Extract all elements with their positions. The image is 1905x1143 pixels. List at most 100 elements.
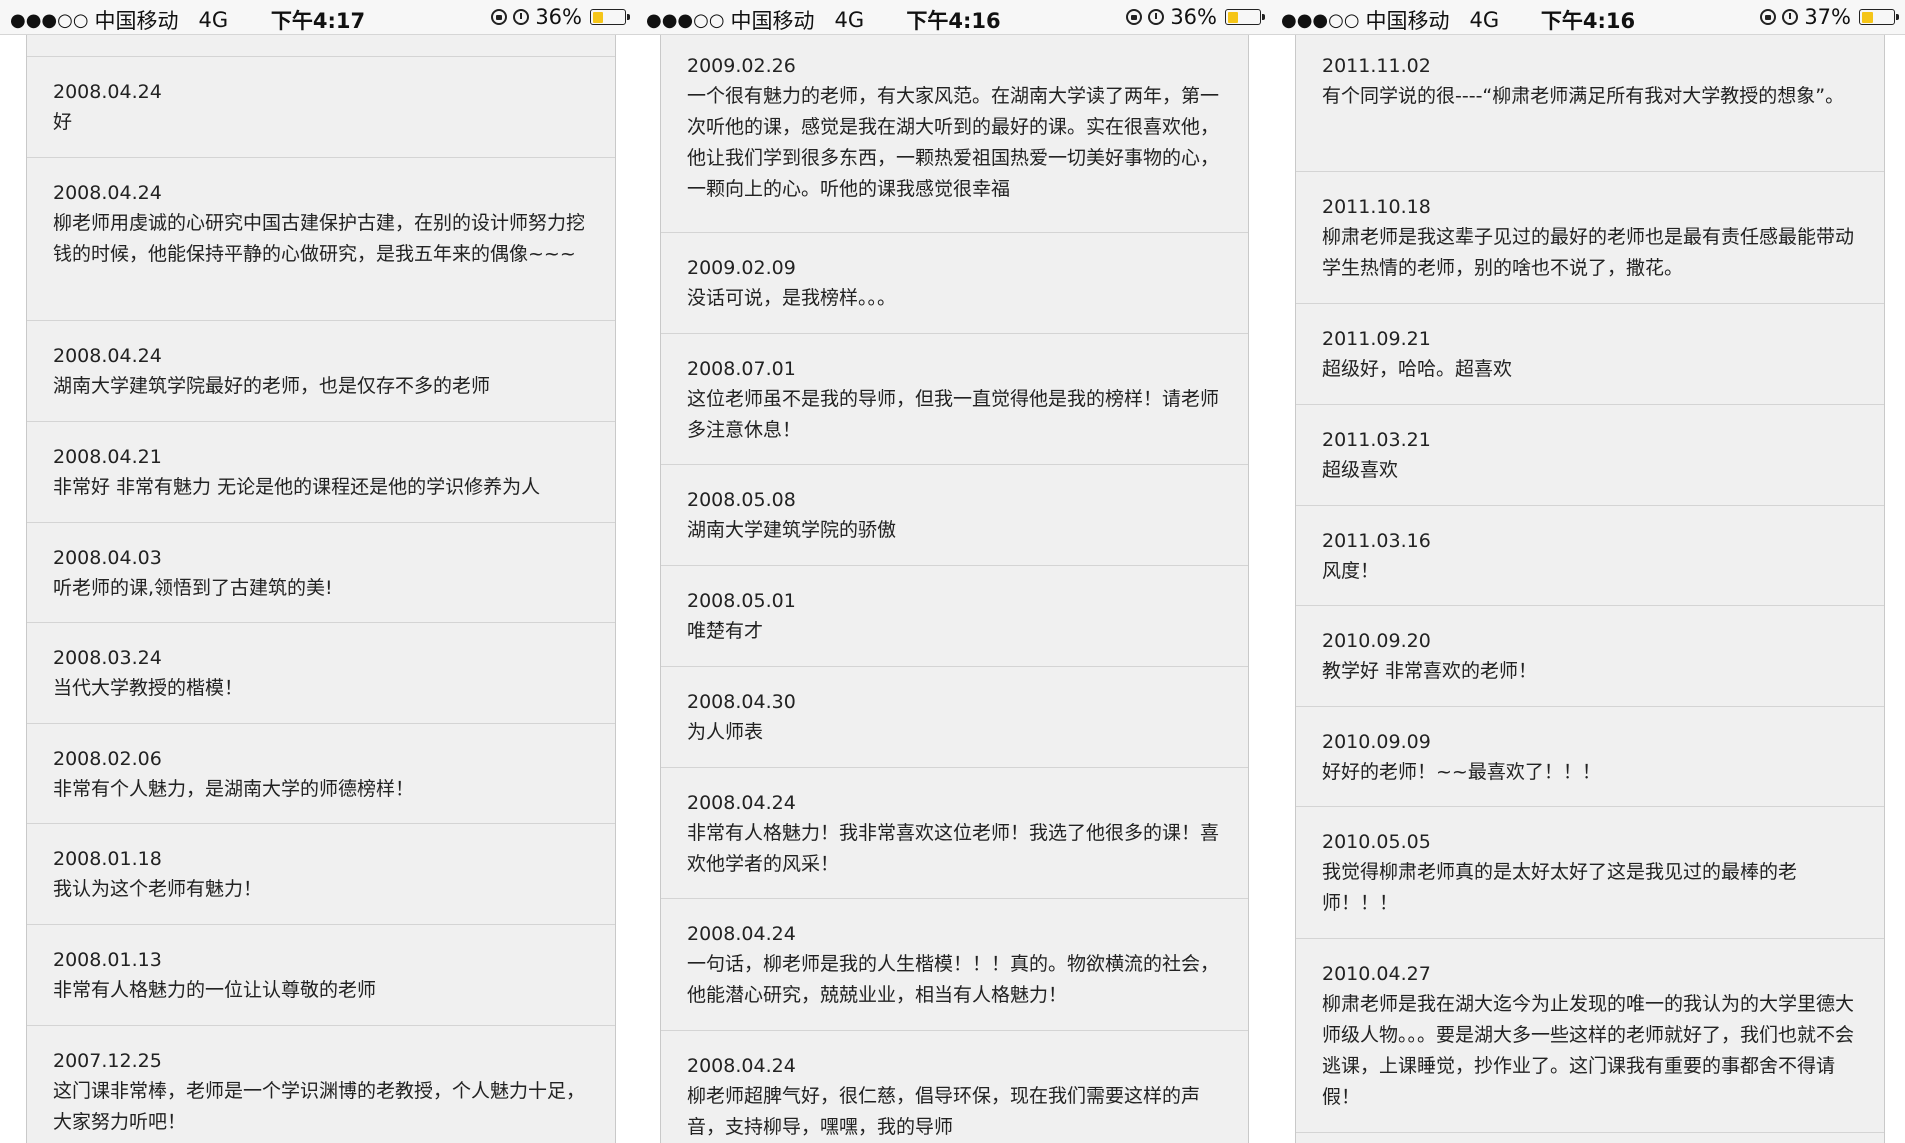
comment-date: 2008.05.08 [687, 489, 796, 511]
comment-date: 2011.09.21 [1322, 328, 1431, 350]
comment-list[interactable]: 2009.02.26 一个很有魅力的老师，有大家风范。在湖南大学读了两年，第一次… [660, 35, 1249, 1143]
alarm-icon [513, 9, 530, 25]
comment-text: 风度！ [1322, 560, 1380, 582]
status-bar: ●●●○○ 中国移动 4G 下午4:16 37% [1271, 0, 1905, 35]
rotation-lock-icon [1760, 9, 1777, 25]
list-item[interactable]: 2008.01.18 我认为这个老师有魅力！ [27, 824, 615, 925]
comment-date: 2011.03.16 [1322, 530, 1431, 552]
comment-text: 一句话，柳老师是我的人生楷模！！！真的。物欲横流的社会，他能潜心研究，兢兢业业，… [687, 953, 1220, 1006]
list-item[interactable]: 2008.04.21 非常好 非常有魅力 无论是他的课程还是他的学识修养为人 [27, 422, 615, 523]
status-bar: ●●●○○ 中国移动 4G 下午4:16 36% [636, 0, 1271, 35]
battery-percent: 37% [1804, 5, 1851, 29]
comment-date: 2007.12.25 [53, 1050, 162, 1072]
screenshot-collage: ●●●○○ 中国移动 4G 下午4:17 36% 2008.04.24 好 20… [0, 0, 1905, 1143]
comment-text: 柳老师用虔诚的心研究中国古建保护古建，在别的设计师努力挖钱的时候，他能保持平静的… [53, 212, 586, 265]
rotation-lock-icon [1126, 9, 1143, 25]
comment-date: 2008.03.24 [53, 647, 162, 669]
list-item[interactable]: 2008.05.08 湖南大学建筑学院的骄傲 [661, 465, 1248, 566]
comment-date: 2011.10.18 [1322, 196, 1431, 218]
comment-list[interactable]: 2011.11.02 有个同学说的很----“柳肃老师满足所有我对大学教授的想象… [1295, 35, 1885, 1143]
phone-panel-2: ●●●○○ 中国移动 4G 下午4:16 36% 2009.02.26 一个很有… [636, 0, 1271, 1143]
list-item[interactable]: 2008.04.24 非常有人格魅力！我非常喜欢这位老师！我选了他很多的课！喜欢… [661, 768, 1248, 899]
comment-text: 有个同学说的很----“柳肃老师满足所有我对大学教授的想象”。 [1322, 85, 1845, 107]
comment-text: 湖南大学建筑学院的骄傲 [687, 519, 897, 541]
comment-text: 没话可说，是我榜样。。。 [687, 287, 897, 309]
list-item[interactable]: 2008.03.24 当代大学教授的楷模！ [27, 623, 615, 724]
comment-date: 2008.02.06 [53, 748, 162, 770]
comment-date: 2008.01.13 [53, 949, 162, 971]
comment-date: 2008.04.24 [687, 792, 796, 814]
battery-percent: 36% [535, 5, 582, 29]
comment-date: 2008.04.24 [687, 923, 796, 945]
comment-date: 2008.04.03 [53, 547, 162, 569]
comment-date: 2008.04.30 [687, 691, 796, 713]
list-item[interactable]: 2008.04.24 好 [27, 57, 615, 158]
comment-date: 2010.09.09 [1322, 731, 1431, 753]
list-item[interactable]: 2011.09.21 超级好，哈哈。超喜欢 [1296, 304, 1884, 405]
comment-text: 这门课非常棒，老师是一个学识渊博的老教授，个人魅力十足，大家努力听吧！ [53, 1080, 586, 1133]
comment-date: 2011.03.21 [1322, 429, 1431, 451]
list-item[interactable]: 2011.11.02 有个同学说的很----“柳肃老师满足所有我对大学教授的想象… [1296, 35, 1884, 172]
comment-date: 2009.02.09 [687, 257, 796, 279]
list-item[interactable]: 2008.04.03 听老师的课,领悟到了古建筑的美! [27, 523, 615, 623]
list-item[interactable]: 2008.04.30 为人师表 [661, 667, 1248, 768]
comment-date: 2008.04.24 [687, 1055, 796, 1077]
comment-date: 2008.04.24 [53, 345, 162, 367]
comment-text: 非常有人格魅力的一位让认尊敬的老师 [53, 979, 377, 1001]
comment-text: 好好的老师！~~最喜欢了！！！ [1322, 761, 1601, 783]
comment-text: 听老师的课,领悟到了古建筑的美! [53, 577, 333, 599]
comment-date: 2010.09.20 [1322, 630, 1431, 652]
list-item[interactable]: 2011.10.18 柳肃老师是我这辈子见过的最好的老师也是最有责任感最能带动学… [1296, 172, 1884, 304]
list-item[interactable]: 2009.02.09 没话可说，是我榜样。。。 [661, 233, 1248, 334]
comment-list[interactable]: 2008.04.24 好 2008.04.24 柳老师用虔诚的心研究中国古建保护… [26, 35, 616, 1143]
list-item[interactable]: 2009.02.26 一个很有魅力的老师，有大家风范。在湖南大学读了两年，第一次… [661, 35, 1248, 233]
rotation-lock-icon [491, 9, 508, 25]
list-item[interactable]: 2008.04.24 一句话，柳老师是我的人生楷模！！！真的。物欲横流的社会，他… [661, 899, 1248, 1031]
list-item[interactable]: 2008.04.24 湖南大学建筑学院最好的老师，也是仅存不多的老师 [27, 321, 615, 422]
list-item[interactable]: 2011.03.16 风度！ [1296, 506, 1884, 606]
list-item[interactable]: 2008.07.01 这位老师虽不是我的导师，但我一直觉得他是我的榜样！请老师多… [661, 334, 1248, 465]
comment-date: 2008.01.18 [53, 848, 162, 870]
comment-date: 2008.04.24 [53, 81, 162, 103]
comment-date: 2008.04.24 [53, 182, 162, 204]
list-item[interactable]: 2007.12.25 这门课非常棒，老师是一个学识渊博的老教授，个人魅力十足，大… [27, 1026, 615, 1143]
comment-text: 当代大学教授的楷模！ [53, 677, 244, 699]
comment-text: 非常有个人魅力，是湖南大学的师德榜样！ [53, 778, 415, 800]
list-item[interactable]: 2008.04.24 柳老师用虔诚的心研究中国古建保护古建，在别的设计师努力挖钱… [27, 158, 615, 321]
list-item[interactable]: 2008.02.06 非常有个人魅力，是湖南大学的师德榜样！ [27, 724, 615, 824]
list-item[interactable]: 2008.04.24 柳老师超脾气好，很仁慈，倡导环保，现在我们需要这样的声音，… [661, 1031, 1248, 1143]
comment-date: 2008.07.01 [687, 358, 796, 380]
comment-text: 一个很有魅力的老师，有大家风范。在湖南大学读了两年，第一次听他的课，感觉是我在湖… [687, 85, 1220, 200]
comment-text: 非常好 非常有魅力 无论是他的课程还是他的学识修养为人 [53, 476, 541, 498]
battery-icon [1225, 9, 1265, 25]
list-item[interactable]: 2010.09.09 好好的老师！~~最喜欢了！！！ [1296, 707, 1884, 807]
comment-text: 这位老师虽不是我的导师，但我一直觉得他是我的榜样！请老师多注意休息！ [687, 388, 1220, 441]
alarm-icon [1148, 9, 1165, 25]
battery-icon [1859, 9, 1899, 25]
comment-text: 我认为这个老师有魅力！ [53, 878, 263, 900]
comment-text: 湖南大学建筑学院最好的老师，也是仅存不多的老师 [53, 375, 491, 397]
list-item-partial [1296, 1133, 1884, 1143]
phone-panel-1: ●●●○○ 中国移动 4G 下午4:17 36% 2008.04.24 好 20… [0, 0, 636, 1143]
battery-percent: 36% [1170, 5, 1217, 29]
phone-panel-3: ●●●○○ 中国移动 4G 下午4:16 37% 2011.11.02 有个同学… [1271, 0, 1905, 1143]
comment-text: 柳肃老师是我这辈子见过的最好的老师也是最有责任感最能带动学生热情的老师，别的啥也… [1322, 226, 1855, 279]
list-item-partial [27, 35, 615, 57]
list-item[interactable]: 2008.01.13 非常有人格魅力的一位让认尊敬的老师 [27, 925, 615, 1026]
list-item[interactable]: 2008.05.01 唯楚有才 [661, 566, 1248, 667]
list-item[interactable]: 2010.09.20 教学好 非常喜欢的老师！ [1296, 606, 1884, 707]
alarm-icon [1782, 9, 1799, 25]
list-item[interactable]: 2010.04.27 柳肃老师是我在湖大迄今为止发现的唯一的我认为的大学里德大师… [1296, 939, 1884, 1133]
comment-text: 为人师表 [687, 721, 764, 743]
comment-date: 2009.02.26 [687, 55, 796, 77]
list-item[interactable]: 2010.05.05 我觉得柳肃老师真的是太好太好了这是我见过的最棒的老师！！！ [1296, 807, 1884, 939]
comment-date: 2011.11.02 [1322, 55, 1431, 77]
comment-date: 2010.04.27 [1322, 963, 1431, 985]
comment-text: 好 [53, 111, 73, 133]
comment-text: 教学好 非常喜欢的老师！ [1322, 660, 1538, 682]
comment-date: 2008.04.21 [53, 446, 162, 468]
list-item[interactable]: 2011.03.21 超级喜欢 [1296, 405, 1884, 506]
battery-icon [590, 9, 630, 25]
comment-text: 柳肃老师是我在湖大迄今为止发现的唯一的我认为的大学里德大师级人物。。。要是湖大多… [1322, 993, 1855, 1108]
status-bar: ●●●○○ 中国移动 4G 下午4:17 36% [0, 0, 636, 35]
